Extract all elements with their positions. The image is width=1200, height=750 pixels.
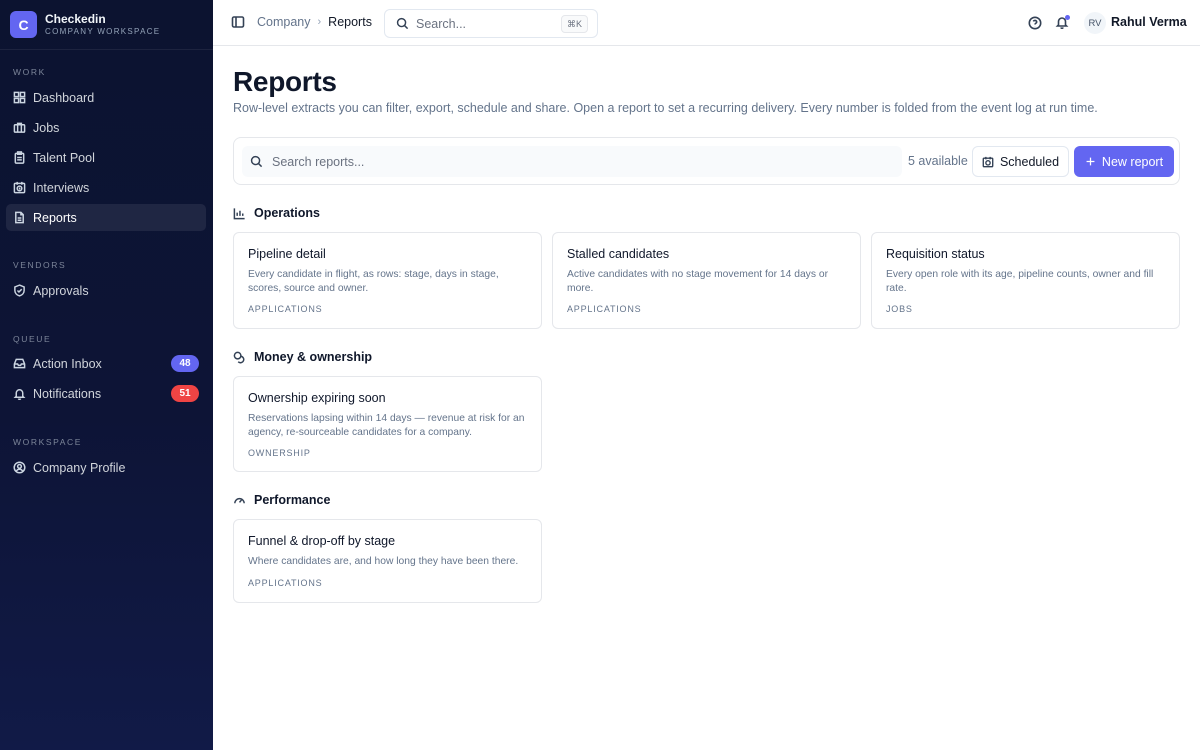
calendar-clock-icon xyxy=(13,181,26,194)
page-title: Reports xyxy=(233,66,337,97)
report-search-input[interactable]: Search reports... xyxy=(242,146,902,177)
sidebar-item-talent-pool[interactable]: Talent Pool xyxy=(6,144,206,171)
report-card-ownership-expiring[interactable]: Ownership expiring soon Reservations lap… xyxy=(233,376,542,472)
bell-icon xyxy=(13,387,26,400)
sidebar-toggle-icon[interactable] xyxy=(231,15,245,29)
file-icon xyxy=(13,211,26,224)
sidebar-item-jobs[interactable]: Jobs xyxy=(6,114,206,141)
chevron-right-icon: › xyxy=(317,16,322,28)
global-search-placeholder: Search... xyxy=(416,16,467,31)
section-operations: Operations xyxy=(233,206,320,220)
brand-name: Checkedin xyxy=(45,11,106,26)
card-description: Every open role with its age, pipeline c… xyxy=(886,269,1154,294)
card-title: Requisition status xyxy=(886,247,985,261)
sidebar-item-label: Talent Pool xyxy=(33,150,95,165)
breadcrumb-company[interactable]: Company xyxy=(257,15,311,29)
plus-icon xyxy=(1086,157,1095,166)
sidebar-item-label: Interviews xyxy=(33,180,90,195)
card-title: Ownership expiring soon xyxy=(248,391,386,405)
coins-icon xyxy=(233,351,245,363)
new-report-label: New report xyxy=(1101,154,1164,169)
brand-subtitle: COMPANY WORKSPACE xyxy=(45,26,161,36)
card-description: Every candidate in flight, as rows: stag… xyxy=(248,269,499,294)
sidebar: C Checkedin COMPANY WORKSPACE WORK Dashb… xyxy=(0,0,213,750)
card-description: Active candidates with no stage movement… xyxy=(567,269,828,294)
action-inbox-badge: 48 xyxy=(171,355,199,372)
search-icon xyxy=(396,17,409,30)
sidebar-item-label: Reports xyxy=(33,210,77,225)
search-icon xyxy=(250,155,263,168)
section-title: Operations xyxy=(254,206,320,220)
report-card-stalled-candidates[interactable]: Stalled candidates Active candidates wit… xyxy=(552,232,861,329)
card-title: Stalled candidates xyxy=(567,247,670,261)
nav-section-queue: QUEUE xyxy=(13,334,52,344)
sidebar-item-action-inbox[interactable]: Action Inbox 48 xyxy=(6,350,206,377)
filter-bar: Search reports... 5 available Scheduled … xyxy=(233,137,1180,185)
topbar: Company › Reports Search... ⌘K RV Rahul … xyxy=(213,0,1200,46)
report-card-requisition-status[interactable]: Requisition status Every open role with … xyxy=(871,232,1180,329)
notification-dot xyxy=(1065,15,1070,20)
help-icon[interactable] xyxy=(1028,16,1042,30)
notifications-badge: 51 xyxy=(171,385,199,402)
card-tag: APPLICATIONS xyxy=(248,304,323,314)
scheduled-label: Scheduled xyxy=(999,154,1060,169)
section-money-ownership: Money & ownership xyxy=(233,350,372,364)
sidebar-item-label: Dashboard xyxy=(33,90,95,105)
sidebar-item-label: Notifications xyxy=(33,386,102,401)
inbox-icon xyxy=(13,357,26,370)
sidebar-item-notifications[interactable]: Notifications 51 xyxy=(6,380,206,407)
sidebar-item-interviews[interactable]: Interviews xyxy=(6,174,206,201)
card-title: Funnel & drop-off by stage xyxy=(248,534,396,548)
search-shortcut: ⌘K xyxy=(560,15,588,33)
sidebar-item-label: Action Inbox xyxy=(33,356,102,371)
scheduled-button[interactable]: Scheduled xyxy=(972,146,1069,177)
report-card-pipeline-detail[interactable]: Pipeline detail Every candidate in fligh… xyxy=(233,232,542,329)
sidebar-item-approvals[interactable]: Approvals xyxy=(6,277,206,304)
nav-section-workspace: WORKSPACE xyxy=(13,437,83,447)
available-count: 5 available xyxy=(908,154,968,168)
card-description: Where candidates are, and how long they … xyxy=(248,556,519,567)
sidebar-item-company-profile[interactable]: Company Profile xyxy=(6,454,206,481)
report-card-funnel-dropoff[interactable]: Funnel & drop-off by stage Where candida… xyxy=(233,519,542,603)
bar-chart-icon xyxy=(233,207,245,219)
new-report-button[interactable]: New report xyxy=(1074,146,1174,177)
card-tag: OWNERSHIP xyxy=(248,448,311,458)
section-performance: Performance xyxy=(233,493,330,507)
avatar[interactable]: RV xyxy=(1084,12,1106,34)
sidebar-item-dashboard[interactable]: Dashboard xyxy=(6,84,206,111)
nav-section-work: WORK xyxy=(13,67,46,77)
nav-section-vendors: VENDORS xyxy=(13,260,67,270)
section-title: Performance xyxy=(254,493,331,507)
sidebar-item-label: Approvals xyxy=(33,283,89,298)
gauge-icon xyxy=(234,497,245,503)
breadcrumb: Company › Reports xyxy=(257,15,372,29)
card-title: Pipeline detail xyxy=(248,247,326,261)
page-description: Row-level extracts you can filter, expor… xyxy=(233,101,1098,115)
card-tag: APPLICATIONS xyxy=(248,577,323,588)
user-name[interactable]: Rahul Verma xyxy=(1111,15,1187,29)
report-search-placeholder: Search reports... xyxy=(272,154,365,169)
briefcase-icon xyxy=(13,121,26,134)
grid-icon xyxy=(13,91,26,104)
user-circle-icon xyxy=(13,461,26,474)
clipboard-icon xyxy=(13,151,26,164)
sidebar-item-reports[interactable]: Reports xyxy=(6,204,206,231)
card-tag: JOBS xyxy=(886,304,913,314)
card-description: Reservations lapsing within 14 days — re… xyxy=(248,413,525,438)
breadcrumb-current: Reports xyxy=(328,15,372,29)
section-title: Money & ownership xyxy=(254,350,373,364)
brand-logo: C xyxy=(10,11,37,38)
shield-check-icon xyxy=(13,284,26,297)
global-search-input[interactable]: Search... ⌘K xyxy=(384,9,598,38)
sidebar-item-label: Company Profile xyxy=(33,460,126,475)
card-tag: APPLICATIONS xyxy=(567,304,642,314)
sidebar-item-label: Jobs xyxy=(33,120,60,135)
brand[interactable]: C Checkedin COMPANY WORKSPACE xyxy=(0,0,213,50)
calendar-clock-icon xyxy=(982,156,994,167)
main-content: Reports Row-level extracts you can filte… xyxy=(213,46,1200,750)
